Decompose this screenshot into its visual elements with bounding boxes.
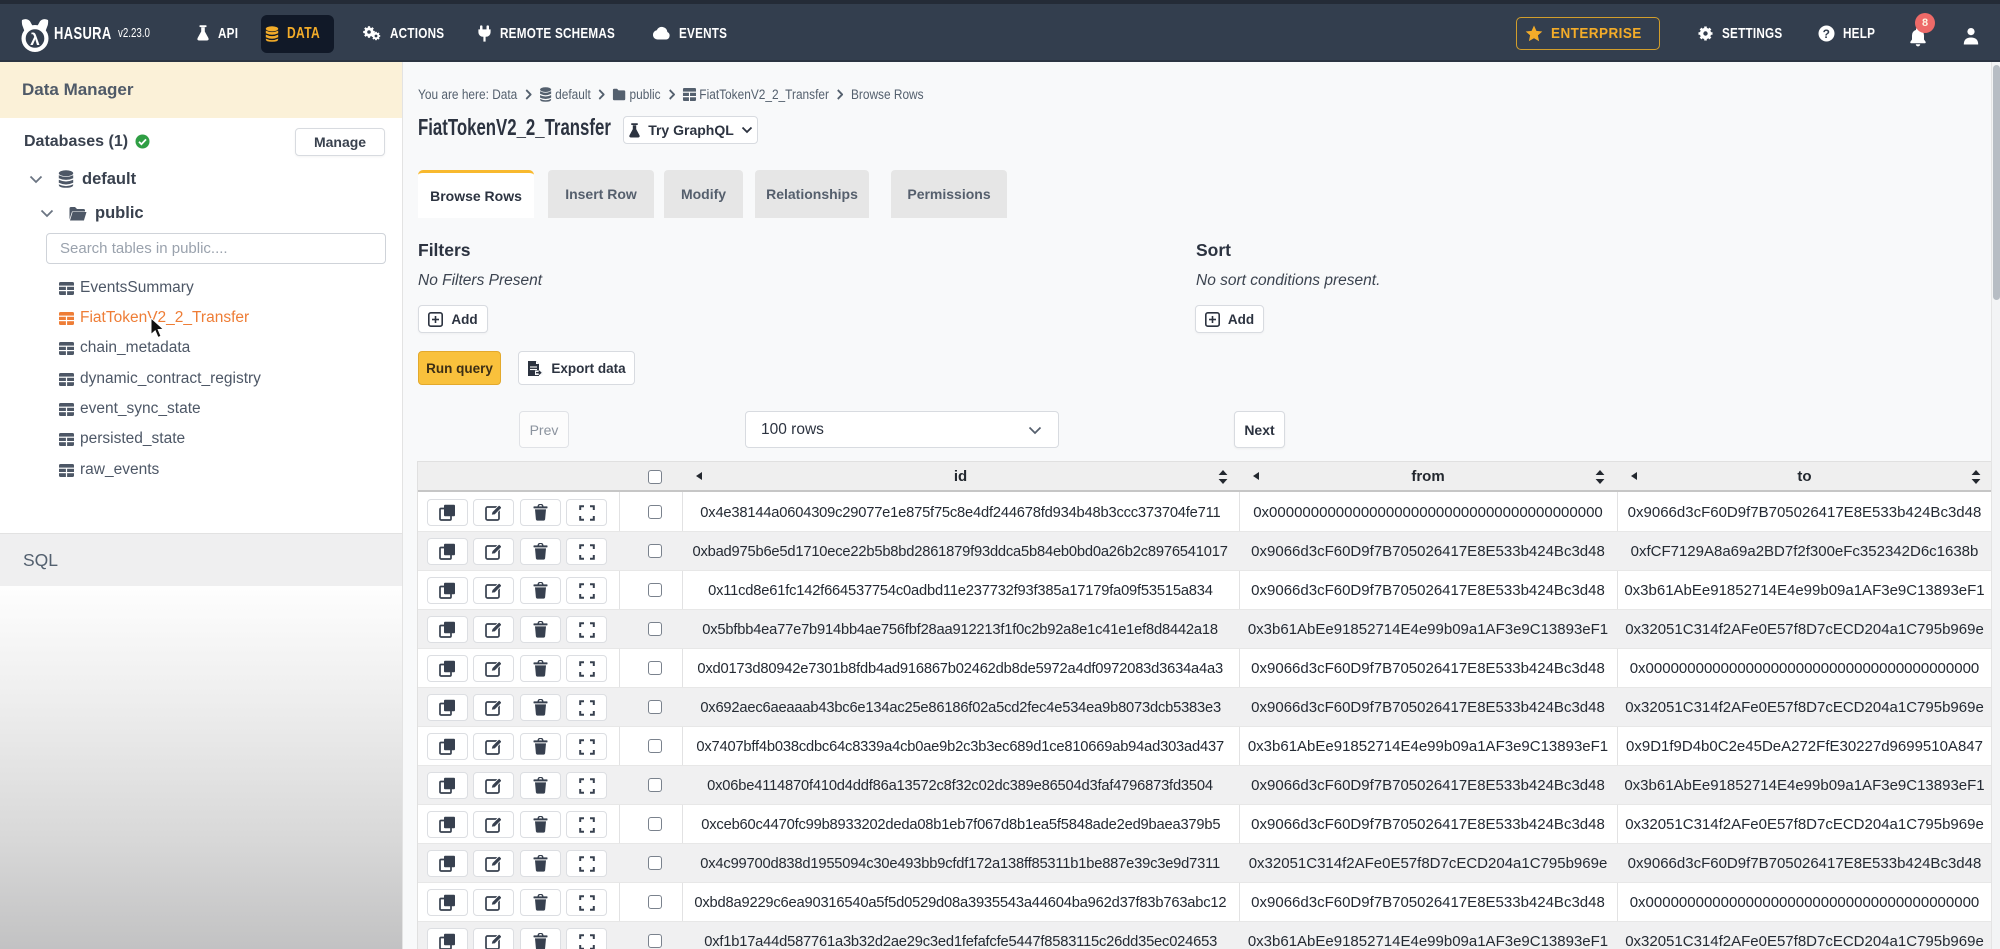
svg-text:λ: λ [30, 30, 40, 49]
svg-text:?: ? [1823, 27, 1831, 41]
